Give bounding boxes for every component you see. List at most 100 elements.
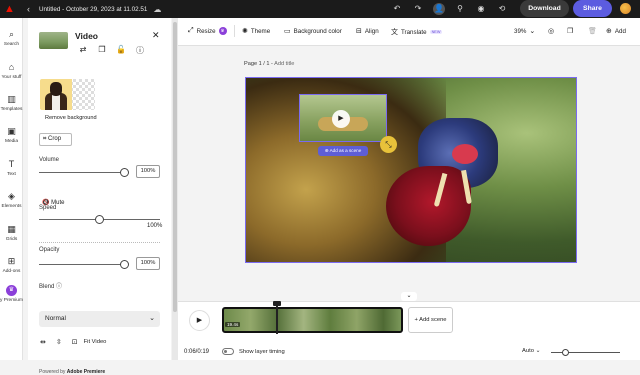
- fit-video-label[interactable]: Fit Video: [84, 339, 107, 345]
- resize-handle-icon[interactable]: ⤡: [380, 136, 397, 153]
- add-page-button[interactable]: ⊕ Add: [606, 27, 626, 36]
- fit-video-icon[interactable]: ⊡: [72, 338, 78, 346]
- add-title-link[interactable]: Add title: [274, 61, 294, 67]
- rail-item-addons[interactable]: ⊞ Add-ons: [0, 256, 23, 274]
- resize-icon: ⤢: [188, 27, 194, 34]
- volume-slider[interactable]: [39, 168, 129, 177]
- background-color-label: Background color: [293, 27, 342, 35]
- timeline-clip[interactable]: [222, 307, 403, 333]
- layer-timing-toggle[interactable]: [222, 348, 234, 355]
- undo-icon[interactable]: ↶: [391, 3, 403, 15]
- translate-label: Translate: [401, 28, 427, 36]
- theme-icon: ✺: [242, 28, 248, 35]
- lightbulb-icon[interactable]: ◉: [475, 3, 487, 15]
- translate-icon: 文: [391, 29, 398, 36]
- rail-item-media[interactable]: ▣ Media: [0, 126, 23, 144]
- blend-mode-select[interactable]: Normal ⌄: [39, 311, 160, 327]
- history-icon[interactable]: ⟲: [496, 3, 508, 15]
- delete-icon[interactable]: 🗑: [588, 27, 597, 35]
- timeline-zoom-select[interactable]: Auto ⌄: [522, 348, 540, 354]
- speed-slider-knob[interactable]: [95, 215, 104, 224]
- align-icon: ⊟: [356, 28, 362, 35]
- rail-item-premium[interactable]: ♛ y Premium: [0, 285, 23, 303]
- collapse-timeline-icon[interactable]: ⌄: [401, 292, 417, 301]
- info-icon[interactable]: ⓘ: [56, 284, 62, 290]
- timeline-play-button[interactable]: ▶: [189, 310, 210, 331]
- top-bar-actions: ↶ ↷ 👤 ⚲ ◉ ⟲ ?: [391, 3, 529, 15]
- speed-value: 100%: [147, 223, 163, 229]
- powered-prefix: Powered by: [39, 369, 67, 375]
- play-icon[interactable]: ▶: [332, 110, 350, 128]
- time-readout: 0:06/0:19: [184, 349, 210, 355]
- add-label: Add: [614, 27, 626, 35]
- flip-vertical-icon[interactable]: ⇳: [56, 338, 62, 346]
- copy-icon[interactable]: ❐: [567, 27, 573, 35]
- speed-slider[interactable]: [39, 215, 160, 224]
- zoom-dropdown[interactable]: 39% ⌄: [514, 27, 536, 36]
- crown-icon: ♛: [6, 285, 17, 296]
- rail-label: Grids: [5, 237, 18, 242]
- lock-icon[interactable]: 🔓: [115, 45, 127, 56]
- home-icon: ⌂: [8, 62, 15, 72]
- resize-button[interactable]: ⤢ Resize ♛: [188, 27, 227, 35]
- chevron-down-icon: ⌄: [149, 315, 155, 322]
- layers-icon[interactable]: ◎: [548, 27, 554, 35]
- playhead[interactable]: [273, 301, 281, 334]
- opacity-value[interactable]: 100%: [136, 257, 160, 270]
- video-thumbnail: [39, 32, 68, 49]
- opacity-slider[interactable]: [39, 260, 129, 269]
- rail-item-templates[interactable]: ▥ Templates: [0, 94, 23, 112]
- crop-button[interactable]: ⌗ Crop: [39, 133, 72, 146]
- background-color-button[interactable]: ▭ Background color: [284, 27, 342, 36]
- translate-button[interactable]: 文 Translate NEW: [391, 27, 443, 37]
- theme-button[interactable]: ✺ Theme: [242, 27, 271, 36]
- flip-horizontal-icon[interactable]: ⇹: [40, 338, 46, 346]
- chevron-down-icon: ⌄: [535, 348, 541, 354]
- clip-duration: 19.4s: [225, 322, 241, 327]
- redo-icon[interactable]: ↷: [412, 3, 424, 15]
- align-label: Align: [364, 27, 379, 35]
- document-title[interactable]: Untitled - October 29, 2023 at 11.02.51: [39, 6, 147, 13]
- comment-icon[interactable]: ⚲: [454, 3, 466, 15]
- download-button[interactable]: Download: [520, 0, 569, 17]
- zoom-slider-knob[interactable]: [562, 349, 569, 356]
- divider: [234, 25, 235, 37]
- crown-icon: ♛: [218, 27, 227, 35]
- add-circle-icon: ⊕: [606, 28, 612, 35]
- align-button[interactable]: ⊟ Align: [356, 27, 379, 36]
- volume-value[interactable]: 100%: [136, 165, 160, 178]
- chevron-down-icon: ⌄: [529, 28, 536, 35]
- opacity-slider-knob[interactable]: [120, 260, 129, 269]
- background-color-icon: ▭: [284, 28, 291, 35]
- text-icon: T: [8, 159, 15, 169]
- duplicate-icon[interactable]: ❐: [96, 45, 108, 56]
- panel-tools: ⇄ ❐ 🔓 ⓘ: [77, 45, 146, 56]
- add-scene-button[interactable]: + Add scene: [408, 307, 453, 333]
- grids-icon: ▦: [7, 224, 16, 234]
- invite-user-icon[interactable]: 👤: [433, 3, 445, 15]
- timeline-zoom-slider[interactable]: [551, 349, 620, 356]
- user-avatar[interactable]: [620, 3, 631, 14]
- rail-item-search[interactable]: ⌕ Search: [0, 29, 23, 47]
- rail-item-your-stuff[interactable]: ⌂ Your stuff: [0, 62, 23, 80]
- blend-label-text: Blend: [39, 284, 55, 290]
- dog-image: [40, 79, 72, 110]
- cloud-sync-icon[interactable]: ☁: [153, 5, 161, 14]
- close-icon[interactable]: ✕: [152, 30, 160, 41]
- add-as-scene-button[interactable]: ⊕ Add as a scene: [318, 146, 368, 156]
- rail-item-elements[interactable]: ◈ Elements: [0, 191, 23, 209]
- remove-background-button[interactable]: [40, 79, 95, 110]
- rail-item-grids[interactable]: ▦ Grids: [0, 224, 23, 242]
- volume-slider-knob[interactable]: [120, 168, 129, 177]
- back-arrow-icon[interactable]: ‹: [27, 4, 30, 14]
- rail-item-text[interactable]: T Text: [0, 159, 23, 177]
- adobe-express-logo[interactable]: ▲: [4, 3, 15, 15]
- info-icon[interactable]: ⓘ: [134, 45, 146, 56]
- new-badge: NEW: [429, 30, 443, 34]
- share-button[interactable]: Share: [573, 0, 612, 17]
- replace-icon[interactable]: ⇄: [77, 45, 89, 56]
- zoom-value: 39%: [514, 27, 527, 35]
- scrollbar-thumb[interactable]: [173, 22, 177, 312]
- mandrill-photo[interactable]: [245, 77, 577, 263]
- theme-label: Theme: [250, 27, 271, 35]
